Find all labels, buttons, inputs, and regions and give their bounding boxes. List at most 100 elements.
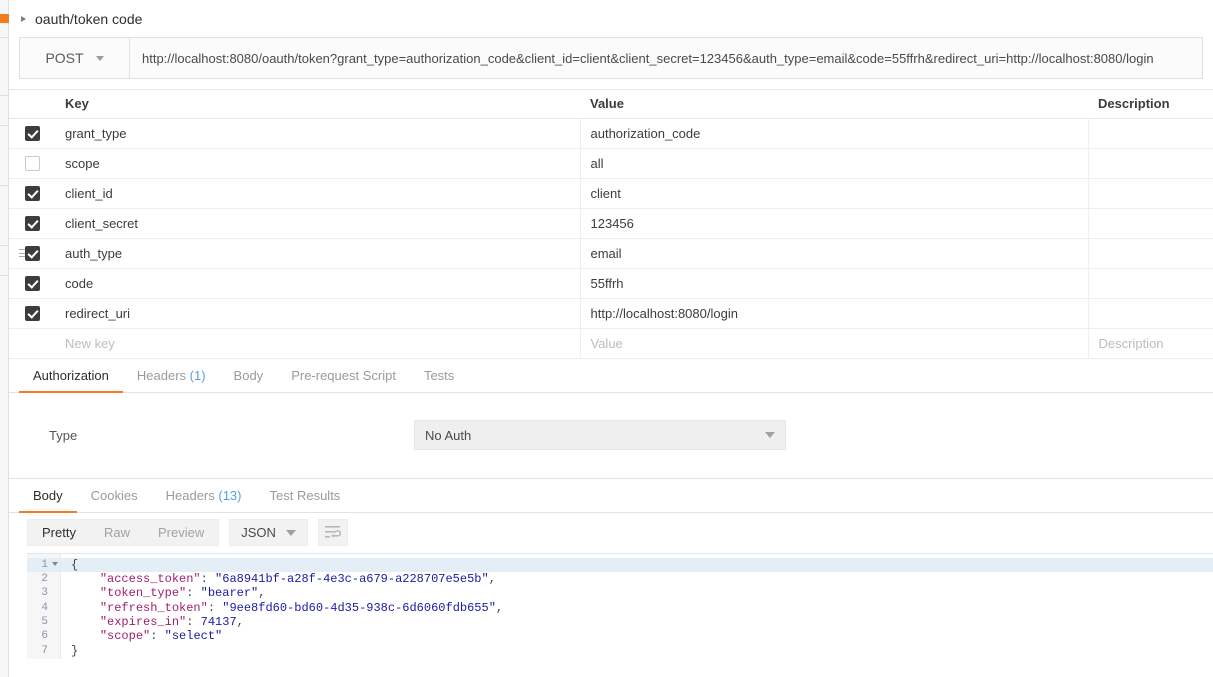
json-value-access-token: "6a8941bf-a28f-4e3c-a679-a228707e5e5b" bbox=[215, 571, 489, 586]
param-key[interactable]: redirect_uri bbox=[55, 298, 581, 329]
word-wrap-button[interactable] bbox=[317, 519, 348, 546]
caret-right-icon[interactable] bbox=[21, 15, 26, 22]
table-row: client_id client bbox=[9, 178, 1213, 209]
tab-response-headers[interactable]: Headers (13) bbox=[152, 479, 256, 512]
param-enabled-checkbox[interactable] bbox=[24, 186, 40, 202]
param-description[interactable] bbox=[1088, 208, 1213, 239]
table-row: code 55ffrh bbox=[9, 268, 1213, 299]
code-line: } bbox=[71, 643, 79, 658]
code-line: "refresh_token": "9ee8fd60-bd60-4d35-938… bbox=[99, 600, 504, 615]
json-value-scope: "select" bbox=[164, 629, 223, 644]
param-value[interactable]: 55ffrh bbox=[580, 268, 1089, 299]
http-method-select[interactable]: POST bbox=[20, 38, 130, 78]
param-enabled-cell bbox=[9, 298, 55, 329]
response-toolbar: Pretty Raw Preview JSON bbox=[9, 513, 1213, 553]
tab-label: Test Results bbox=[269, 487, 341, 503]
line-number-gutter: 1 2 3 4 5 6 7 bbox=[27, 553, 61, 659]
code-lines: { "access_token": "6a8941bf-a28f-4e3c-a6… bbox=[61, 554, 1213, 659]
param-value[interactable]: http://localhost:8080/login bbox=[580, 298, 1089, 329]
param-description[interactable] bbox=[1088, 238, 1213, 269]
table-row: client_secret 123456 bbox=[9, 208, 1213, 239]
param-enabled-cell bbox=[9, 268, 55, 299]
line-number: 3 bbox=[41, 587, 48, 600]
response-view-mode-group: Pretty Raw Preview bbox=[27, 519, 220, 546]
param-enabled-checkbox[interactable] bbox=[24, 156, 40, 172]
line-number: 6 bbox=[41, 630, 48, 643]
param-enabled-checkbox[interactable] bbox=[24, 126, 40, 142]
code-line: "token_type": "bearer", bbox=[99, 586, 266, 601]
new-param-value[interactable]: Value bbox=[580, 328, 1089, 359]
param-enabled-checkbox[interactable] bbox=[24, 306, 40, 322]
param-value[interactable]: 123456 bbox=[580, 208, 1089, 239]
param-description[interactable] bbox=[1088, 118, 1213, 149]
param-enabled-cell bbox=[9, 238, 55, 269]
url-input[interactable]: http://localhost:8080/oauth/token?grant_… bbox=[130, 38, 1202, 78]
param-description[interactable] bbox=[1088, 178, 1213, 209]
sidebar-rail bbox=[0, 0, 9, 677]
new-param-key[interactable]: New key bbox=[55, 328, 581, 359]
param-key[interactable]: scope bbox=[55, 148, 581, 179]
json-value-expires-in: 74137 bbox=[200, 615, 237, 630]
param-description[interactable] bbox=[1088, 148, 1213, 179]
params-header-value: Value bbox=[580, 90, 1088, 119]
authorization-panel: Type No Auth bbox=[9, 393, 1213, 478]
chevron-down-icon bbox=[765, 432, 775, 438]
tab-badge-count: (13) bbox=[218, 487, 242, 503]
tab-label: Headers bbox=[165, 487, 215, 503]
tab-label: Cookies bbox=[90, 487, 138, 503]
tab-label: Authorization bbox=[33, 367, 109, 383]
active-tab-indicator bbox=[0, 14, 9, 23]
line-number-text: 1 bbox=[41, 558, 48, 571]
code-line: "scope": "select" bbox=[99, 629, 223, 644]
response-body-viewer[interactable]: 1 2 3 4 5 6 7 { "access_token": "6a8941b… bbox=[27, 552, 1213, 659]
view-mode-preview[interactable]: Preview bbox=[144, 520, 218, 545]
param-enabled-checkbox[interactable] bbox=[24, 246, 40, 262]
param-key[interactable]: client_secret bbox=[55, 208, 581, 239]
code-line: "access_token": "6a8941bf-a28f-4e3c-a679… bbox=[99, 571, 496, 586]
new-param-description[interactable]: Description bbox=[1088, 328, 1213, 359]
auth-type-label: Type bbox=[49, 427, 78, 443]
params-header-checkbox bbox=[9, 90, 55, 119]
tab-pre-request-script[interactable]: Pre-request Script bbox=[277, 359, 410, 392]
code-line: { bbox=[61, 557, 1213, 572]
line-number: 4 bbox=[41, 601, 48, 614]
tab-headers[interactable]: Headers (1) bbox=[123, 359, 220, 392]
response-tabs: Body Cookies Headers (13) Test Results bbox=[9, 478, 1213, 513]
param-key[interactable]: grant_type bbox=[55, 118, 581, 149]
tab-response-cookies[interactable]: Cookies bbox=[77, 479, 152, 512]
param-value[interactable]: client bbox=[580, 178, 1089, 209]
param-value[interactable]: authorization_code bbox=[580, 118, 1089, 149]
request-tabs: Authorization Headers (1) Body Pre-reque… bbox=[9, 358, 1213, 393]
param-key[interactable]: code bbox=[55, 268, 581, 299]
param-enabled-checkbox[interactable] bbox=[24, 276, 40, 292]
request-workspace: oauth/token code POST http://localhost:8… bbox=[9, 0, 1213, 677]
auth-type-select[interactable]: No Auth bbox=[414, 420, 786, 450]
json-value-token-type: "bearer" bbox=[200, 586, 259, 601]
param-enabled-cell bbox=[9, 118, 55, 149]
tab-tests[interactable]: Tests bbox=[410, 359, 468, 392]
param-description[interactable] bbox=[1088, 298, 1213, 329]
query-params-table: Key Value Description grant_type authori… bbox=[9, 89, 1213, 359]
tab-authorization[interactable]: Authorization bbox=[19, 359, 123, 393]
tab-badge-count: (1) bbox=[189, 367, 206, 383]
tab-test-results[interactable]: Test Results bbox=[256, 479, 355, 512]
tab-body[interactable]: Body bbox=[220, 359, 278, 392]
json-key-refresh-token: "refresh_token" bbox=[99, 600, 208, 615]
view-mode-pretty[interactable]: Pretty bbox=[28, 520, 90, 545]
json-key-access-token: "access_token" bbox=[99, 571, 201, 586]
param-value[interactable]: all bbox=[580, 148, 1089, 179]
json-key-expires-in: "expires_in" bbox=[99, 615, 187, 630]
view-mode-raw[interactable]: Raw bbox=[90, 520, 144, 545]
tab-response-body[interactable]: Body bbox=[19, 479, 77, 513]
param-key[interactable]: client_id bbox=[55, 178, 581, 209]
fold-arrow-icon[interactable] bbox=[52, 561, 58, 566]
param-description[interactable] bbox=[1088, 268, 1213, 299]
tab-label: Tests bbox=[423, 367, 455, 383]
chevron-down-icon bbox=[285, 529, 296, 536]
param-key[interactable]: auth_type bbox=[55, 238, 581, 269]
param-enabled-checkbox[interactable] bbox=[24, 216, 40, 232]
param-value[interactable]: email bbox=[580, 238, 1089, 269]
response-format-select[interactable]: JSON bbox=[229, 519, 308, 546]
line-number: 5 bbox=[41, 616, 48, 629]
table-row: scope all bbox=[9, 148, 1213, 179]
